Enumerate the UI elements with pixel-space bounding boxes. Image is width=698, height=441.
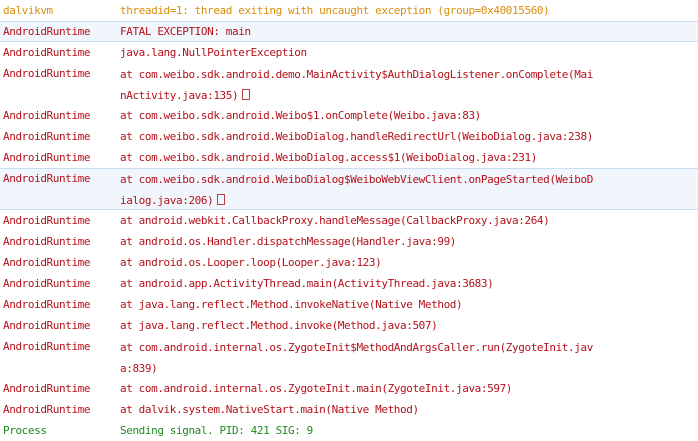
log-message: Sending signal. PID: 421 SIG: 9 (120, 424, 313, 437)
log-message: at com.weibo.sdk.android.WeiboDialog.han… (120, 130, 593, 143)
log-row[interactable]: AndroidRuntime java.lang.NullPointerExce… (0, 42, 698, 63)
log-row[interactable]: AndroidRuntime at java.lang.reflect.Meth… (0, 315, 698, 336)
log-row[interactable]: AndroidRuntime at android.app.ActivityTh… (0, 273, 698, 294)
log-message: at com.android.internal.os.ZygoteInit.ma… (120, 382, 513, 395)
log-tag: AndroidRuntime (3, 340, 91, 353)
log-row-selected[interactable]: AndroidRuntime at com.weibo.sdk.android.… (0, 168, 698, 210)
log-tag: AndroidRuntime (3, 67, 91, 80)
log-row[interactable]: AndroidRuntime at com.weibo.sdk.android.… (0, 126, 698, 147)
log-message: at java.lang.reflect.Method.invokeNative… (120, 298, 463, 311)
log-message: at android.webkit.CallbackProxy.handleMe… (120, 214, 550, 227)
log-message: at android.os.Handler.dispatchMessage(Ha… (120, 235, 457, 248)
line-wrap-icon (242, 89, 251, 100)
log-message: at java.lang.reflect.Method.invoke(Metho… (120, 319, 438, 332)
log-row[interactable]: AndroidRuntime at android.os.Handler.dis… (0, 231, 698, 252)
log-row-selected[interactable]: AndroidRuntime FATAL EXCEPTION: main (0, 21, 698, 42)
log-tag: Process (3, 424, 47, 437)
log-row[interactable]: AndroidRuntime at java.lang.reflect.Meth… (0, 294, 698, 315)
log-message: threadid=1: thread exiting with uncaught… (120, 4, 550, 17)
log-message-text: at com.weibo.sdk.android.demo.MainActivi… (120, 68, 593, 102)
log-row[interactable]: AndroidRuntime at com.android.internal.o… (0, 378, 698, 399)
log-row[interactable]: dalvikvm threadid=1: thread exiting with… (0, 0, 698, 21)
log-message-text: at com.android.internal.os.ZygoteInit$Me… (120, 341, 593, 375)
log-row[interactable]: AndroidRuntime at android.webkit.Callbac… (0, 210, 698, 231)
log-row[interactable]: Process Sending signal. PID: 421 SIG: 9 (0, 420, 698, 441)
log-tag: AndroidRuntime (3, 109, 91, 122)
log-tag: AndroidRuntime (3, 214, 91, 227)
line-wrap-icon (217, 194, 226, 205)
log-tag: AndroidRuntime (3, 403, 91, 416)
log-tag: AndroidRuntime (3, 382, 91, 395)
log-row[interactable]: AndroidRuntime at com.android.internal.o… (0, 336, 698, 378)
log-tag: AndroidRuntime (3, 46, 91, 59)
log-tag: AndroidRuntime (3, 319, 91, 332)
log-message: at com.weibo.sdk.android.WeiboDialog$Wei… (120, 169, 698, 211)
log-message: at com.weibo.sdk.android.demo.MainActivi… (120, 64, 698, 106)
log-row[interactable]: AndroidRuntime at android.os.Looper.loop… (0, 252, 698, 273)
log-message: FATAL EXCEPTION: main (120, 25, 251, 38)
log-tag: AndroidRuntime (3, 298, 91, 311)
log-row[interactable]: AndroidRuntime at com.weibo.sdk.android.… (0, 63, 698, 105)
log-row[interactable]: AndroidRuntime at com.weibo.sdk.android.… (0, 105, 698, 126)
log-tag: AndroidRuntime (3, 130, 91, 143)
log-message: at com.weibo.sdk.android.Weibo$1.onCompl… (120, 109, 481, 122)
log-tag: AndroidRuntime (3, 256, 91, 269)
log-tag: AndroidRuntime (3, 277, 91, 290)
log-message: at dalvik.system.NativeStart.main(Native… (120, 403, 419, 416)
log-tag: dalvikvm (3, 4, 53, 17)
log-tag: AndroidRuntime (3, 25, 91, 38)
logcat-list[interactable]: dalvikvm threadid=1: thread exiting with… (0, 0, 698, 441)
log-tag: AndroidRuntime (3, 172, 91, 185)
log-tag: AndroidRuntime (3, 235, 91, 248)
log-message: at com.weibo.sdk.android.WeiboDialog.acc… (120, 151, 537, 164)
log-row[interactable]: AndroidRuntime at dalvik.system.NativeSt… (0, 399, 698, 420)
log-message: at android.os.Looper.loop(Looper.java:12… (120, 256, 382, 269)
log-message: at android.app.ActivityThread.main(Activ… (120, 277, 494, 290)
log-message: java.lang.NullPointerException (120, 46, 307, 59)
log-message-text: at com.weibo.sdk.android.WeiboDialog$Wei… (120, 173, 593, 207)
log-message: at com.android.internal.os.ZygoteInit$Me… (120, 337, 698, 379)
log-row[interactable]: AndroidRuntime at com.weibo.sdk.android.… (0, 147, 698, 168)
log-tag: AndroidRuntime (3, 151, 91, 164)
